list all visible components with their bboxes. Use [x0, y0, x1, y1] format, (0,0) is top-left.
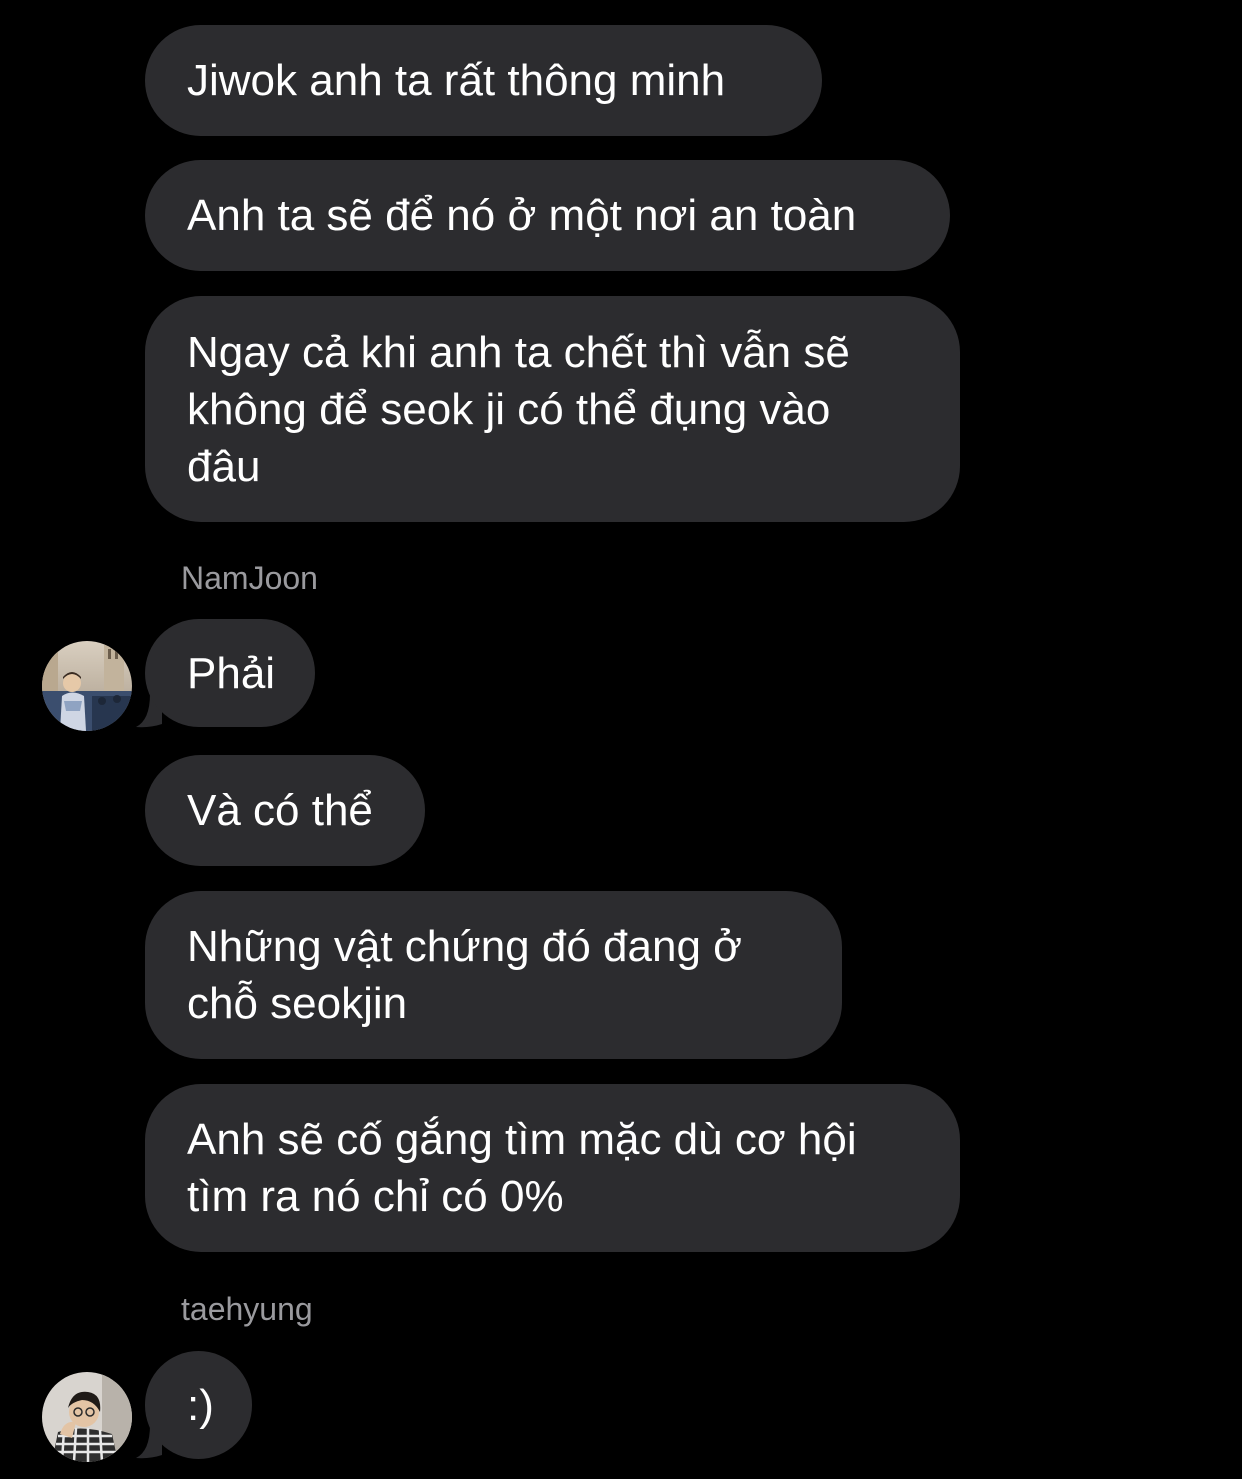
message-text: Ngay cả khi anh ta chết thì vẫn sẽ không…	[187, 327, 850, 491]
message-bubble[interactable]: Ngay cả khi anh ta chết thì vẫn sẽ không…	[145, 296, 960, 522]
message-bubble[interactable]: Những vật chứng đó đang ở chỗ seokjin	[145, 891, 842, 1059]
message-bubble[interactable]: Anh ta sẽ để nó ở một nơi an toàn	[145, 160, 950, 271]
message-text: :)	[187, 1380, 214, 1430]
message-bubble[interactable]: :)	[145, 1351, 252, 1459]
message-bubble[interactable]: Jiwok anh ta rất thông minh	[145, 25, 822, 136]
avatar-photo-icon	[42, 641, 132, 731]
message-text: Anh sẽ cố gắng tìm mặc dù cơ hội tìm ra …	[187, 1115, 857, 1221]
sender-name: taehyung	[181, 1291, 313, 1327]
avatar-taehyung[interactable]	[42, 1372, 132, 1462]
message-bubble[interactable]: Anh sẽ cố gắng tìm mặc dù cơ hội tìm ra …	[145, 1084, 960, 1252]
message-text: Jiwok anh ta rất thông minh	[187, 56, 726, 105]
sender-name: NamJoon	[181, 560, 318, 596]
message-text: Và có thể	[187, 786, 373, 835]
message-text: Những vật chứng đó đang ở chỗ seokjin	[187, 922, 743, 1028]
message-bubble[interactable]: Phải	[145, 619, 315, 727]
message-text: Anh ta sẽ để nó ở một nơi an toàn	[187, 191, 857, 240]
message-text: Phải	[187, 648, 276, 698]
avatar-photo-icon	[42, 1372, 132, 1462]
message-bubble[interactable]: Và có thể	[145, 755, 425, 866]
avatar-namjoon[interactable]	[42, 641, 132, 731]
